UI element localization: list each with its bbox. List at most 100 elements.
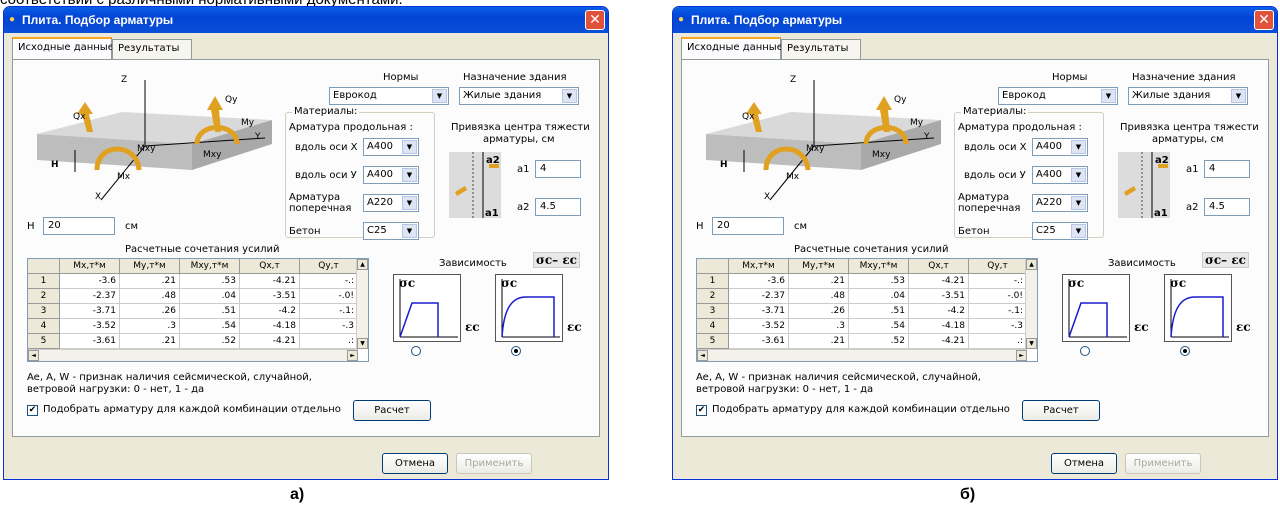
table-cell[interactable]: .48 xyxy=(789,289,849,304)
row-number[interactable]: 3 xyxy=(28,304,60,319)
h-input[interactable]: 20 xyxy=(43,217,115,235)
table-header[interactable]: Qy,т xyxy=(969,259,1027,274)
h-input[interactable]: 20 xyxy=(712,217,784,235)
table-cell[interactable]: -.3 xyxy=(300,319,358,334)
vertical-scrollbar[interactable]: ▲ ▼ xyxy=(356,259,368,349)
tab-input-data[interactable]: Исходные данные xyxy=(681,37,783,59)
scroll-up-icon[interactable]: ▲ xyxy=(1026,259,1037,270)
table-cell[interactable]: -4.21 xyxy=(240,274,300,289)
table-cell[interactable]: -2.37 xyxy=(729,289,789,304)
row-number[interactable]: 3 xyxy=(697,304,729,319)
table-header[interactable]: Mx,т*м xyxy=(60,259,120,274)
along-y-select[interactable]: A400 ▼ xyxy=(1032,166,1088,184)
scroll-left-icon[interactable]: ◄ xyxy=(28,350,39,361)
scroll-down-icon[interactable]: ▼ xyxy=(357,338,368,349)
table-header[interactable]: My,т*м xyxy=(789,259,849,274)
scroll-up-icon[interactable]: ▲ xyxy=(357,259,368,270)
norms-select[interactable]: Еврокод ▼ xyxy=(998,87,1118,105)
scroll-right-icon[interactable]: ► xyxy=(347,350,358,361)
tab-input-data[interactable]: Исходные данные xyxy=(12,37,114,59)
table-cell[interactable]: -.1: xyxy=(969,304,1027,319)
a2-input[interactable]: 4.5 xyxy=(1204,198,1250,216)
bilinear-radio[interactable] xyxy=(411,346,421,356)
table-header[interactable]: Mx,т*м xyxy=(729,259,789,274)
tab-results[interactable]: Результаты xyxy=(112,39,192,59)
table-cell[interactable]: -3.52 xyxy=(60,319,120,334)
table-cell[interactable]: -2.37 xyxy=(60,289,120,304)
table-cell[interactable]: .3 xyxy=(789,319,849,334)
a2-input[interactable]: 4.5 xyxy=(535,198,581,216)
table-cell[interactable]: .54 xyxy=(180,319,240,334)
a1-input[interactable]: 4 xyxy=(535,160,581,178)
concrete-select[interactable]: C25 ▼ xyxy=(363,222,419,240)
loads-table[interactable]: Mx,т*м My,т*м Mxy,т*м Qx,т Qy,т 1 -3.6.21… xyxy=(696,258,1038,362)
table-cell[interactable]: .21 xyxy=(789,274,849,289)
row-number[interactable]: 5 xyxy=(28,334,60,349)
table-cell[interactable]: .: xyxy=(969,334,1027,349)
table-cell[interactable]: -3.71 xyxy=(60,304,120,319)
purpose-select[interactable]: Жилые здания ▼ xyxy=(459,87,579,105)
table-cell[interactable]: .53 xyxy=(849,274,909,289)
table-cell[interactable]: -4.2 xyxy=(240,304,300,319)
norms-select[interactable]: Еврокод ▼ xyxy=(329,87,449,105)
table-cell[interactable]: -4.21 xyxy=(240,334,300,349)
table-cell[interactable]: .54 xyxy=(849,319,909,334)
table-cell[interactable]: -3.6 xyxy=(729,274,789,289)
table-cell[interactable]: .52 xyxy=(180,334,240,349)
close-button[interactable]: ✕ xyxy=(585,10,605,30)
table-cell[interactable]: .04 xyxy=(180,289,240,304)
table-cell[interactable]: .51 xyxy=(180,304,240,319)
title-bar[interactable]: ● Плита. Подбор арматуры ✕ xyxy=(673,7,1277,33)
row-number[interactable]: 4 xyxy=(28,319,60,334)
table-cell[interactable]: -.: xyxy=(300,274,358,289)
table-cell[interactable]: -.0! xyxy=(300,289,358,304)
table-cell[interactable]: -4.21 xyxy=(909,274,969,289)
table-cell[interactable]: -3.61 xyxy=(729,334,789,349)
table-cell[interactable]: -.3 xyxy=(969,319,1027,334)
row-number[interactable]: 2 xyxy=(28,289,60,304)
separate-combination-checkbox[interactable]: ✔ xyxy=(696,405,707,416)
checkbox-label[interactable]: Подобрать арматуру для каждой комбинации… xyxy=(43,404,341,415)
parabolic-radio[interactable] xyxy=(1180,346,1190,356)
scroll-right-icon[interactable]: ► xyxy=(1016,350,1027,361)
table-cell[interactable]: -3.51 xyxy=(909,289,969,304)
table-cell[interactable]: .21 xyxy=(120,334,180,349)
row-number[interactable]: 1 xyxy=(28,274,60,289)
a1-input[interactable]: 4 xyxy=(1204,160,1250,178)
row-number[interactable]: 1 xyxy=(697,274,729,289)
table-cell[interactable]: .26 xyxy=(120,304,180,319)
row-number[interactable]: 2 xyxy=(697,289,729,304)
checkbox-label[interactable]: Подобрать арматуру для каждой комбинации… xyxy=(712,404,1010,415)
parabolic-radio[interactable] xyxy=(511,346,521,356)
cancel-button[interactable]: Отмена xyxy=(382,453,448,474)
bilinear-radio[interactable] xyxy=(1080,346,1090,356)
scroll-down-icon[interactable]: ▼ xyxy=(1026,338,1037,349)
table-cell[interactable]: -.: xyxy=(969,274,1027,289)
table-cell[interactable]: -3.6 xyxy=(60,274,120,289)
table-cell[interactable]: .26 xyxy=(789,304,849,319)
table-cell[interactable]: .51 xyxy=(849,304,909,319)
table-cell[interactable]: -4.18 xyxy=(240,319,300,334)
horizontal-scrollbar[interactable]: ◄ ► xyxy=(28,349,358,361)
table-cell[interactable]: .21 xyxy=(789,334,849,349)
row-number[interactable]: 5 xyxy=(697,334,729,349)
table-cell[interactable]: -3.61 xyxy=(60,334,120,349)
table-cell[interactable]: -.1: xyxy=(300,304,358,319)
apply-button[interactable]: Применить xyxy=(1125,453,1201,474)
table-cell[interactable]: .53 xyxy=(180,274,240,289)
along-x-select[interactable]: A400 ▼ xyxy=(363,138,419,156)
tab-results[interactable]: Результаты xyxy=(781,39,861,59)
table-cell[interactable]: -3.71 xyxy=(729,304,789,319)
vertical-scrollbar[interactable]: ▲ ▼ xyxy=(1025,259,1037,349)
table-header[interactable]: My,т*м xyxy=(120,259,180,274)
along-y-select[interactable]: A400 ▼ xyxy=(363,166,419,184)
table-cell[interactable]: -3.51 xyxy=(240,289,300,304)
transverse-select[interactable]: A220 ▼ xyxy=(363,194,419,212)
transverse-select[interactable]: A220 ▼ xyxy=(1032,194,1088,212)
concrete-select[interactable]: C25 ▼ xyxy=(1032,222,1088,240)
table-cell[interactable]: -.0! xyxy=(969,289,1027,304)
purpose-select[interactable]: Жилые здания ▼ xyxy=(1128,87,1248,105)
table-cell[interactable]: .21 xyxy=(120,274,180,289)
table-header[interactable]: Qx,т xyxy=(909,259,969,274)
horizontal-scrollbar[interactable]: ◄ ► xyxy=(697,349,1027,361)
